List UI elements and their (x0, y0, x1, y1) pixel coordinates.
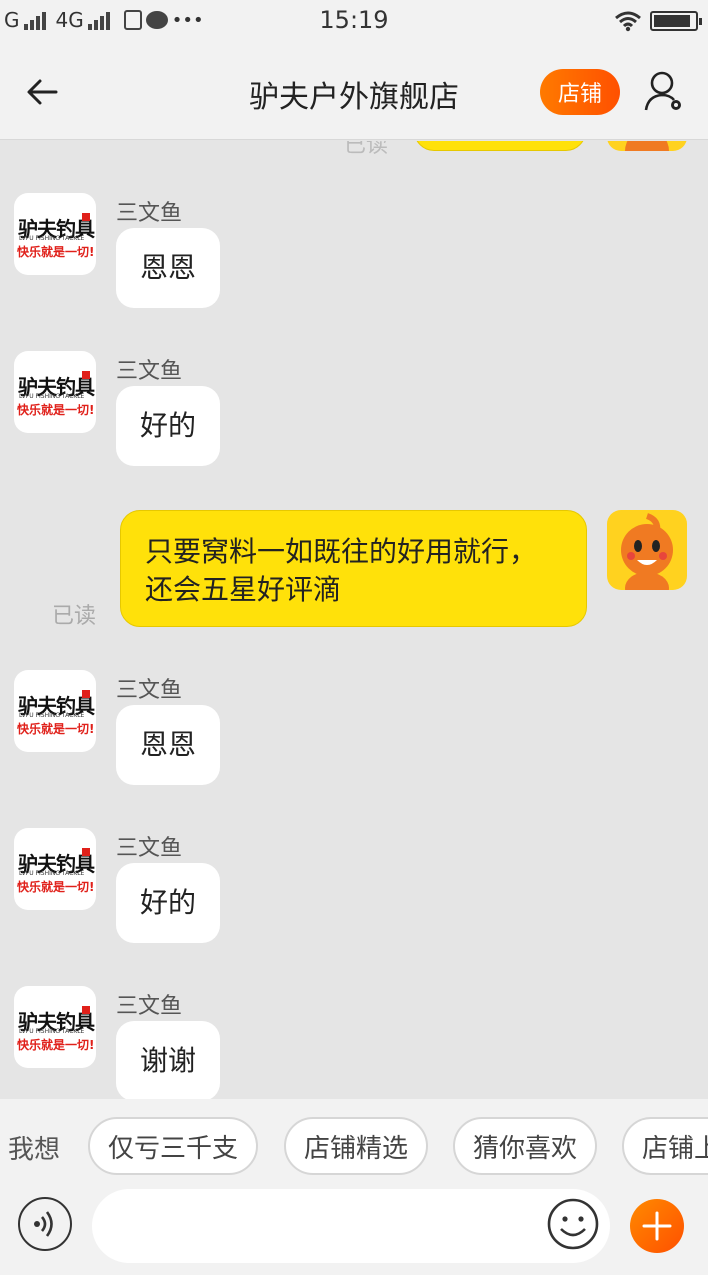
outgoing-bubble-partial (414, 141, 586, 151)
store-avatar[interactable]: 驴夫钓具 LVFU FISHING TACKLE 快乐就是一切! (14, 351, 96, 433)
shop-button[interactable]: 店铺 (540, 69, 620, 115)
store-avatar[interactable]: 驴夫钓具 LVFU FISHING TACKLE 快乐就是一切! (14, 986, 96, 1068)
store-logo-sub: LVFU FISHING TACKLE (19, 393, 85, 400)
sender-name: 三文鱼 (116, 678, 183, 703)
quick-reply-chip[interactable]: 猜你喜欢 (453, 1117, 598, 1175)
store-logo-slogan: 快乐就是一切! (17, 722, 95, 736)
status-bar: G 4G ••• 15:19 (0, 0, 708, 44)
read-receipt: 已读 (344, 141, 389, 158)
store-logo-slogan: 快乐就是一切! (17, 1038, 95, 1052)
logo-seal (82, 1006, 90, 1014)
message-bubble[interactable]: 谢谢 (116, 1021, 221, 1099)
emoji-icon[interactable] (546, 1197, 600, 1251)
store-avatar[interactable]: 驴夫钓具 LVFU FISHING TACKLE 快乐就是一切! (14, 670, 96, 752)
message-bubble-outgoing[interactable]: 只要窝料一如既往的好用就行，还会五星好评滴 (120, 510, 587, 627)
wifi-icon (615, 11, 641, 32)
store-logo-sub: LVFU FISHING TACKLE (19, 870, 85, 877)
quick-reply-chip[interactable]: 店铺精选 (284, 1117, 429, 1175)
mascot-avatar-icon (621, 513, 673, 590)
my-avatar[interactable] (607, 141, 687, 151)
message-input[interactable] (92, 1189, 610, 1263)
sender-name: 三文鱼 (116, 836, 183, 861)
store-avatar[interactable]: 驴夫钓具 LVFU FISHING TACKLE 快乐就是一切! (14, 193, 96, 275)
read-receipt: 已读 (52, 604, 97, 629)
message-bubble[interactable]: 好的 (116, 386, 221, 466)
message-bubble[interactable]: 恩恩 (116, 705, 221, 785)
store-logo-slogan: 快乐就是一切! (17, 245, 95, 259)
store-logo-sub: LVFU FISHING TACKLE (19, 1028, 85, 1035)
plus-icon (642, 1211, 672, 1241)
chat-area[interactable]: 已读 驴夫钓具 LVFU FISHING TACKLE 快乐就是一切! 三文鱼 … (0, 141, 708, 1099)
sender-name: 三文鱼 (116, 994, 183, 1019)
sender-name: 三文鱼 (116, 201, 183, 226)
logo-seal (82, 213, 90, 221)
logo-seal (82, 848, 90, 856)
user-settings-icon[interactable] (644, 70, 684, 114)
store-logo-sub: LVFU FISHING TACKLE (19, 235, 85, 242)
clock: 15:19 (319, 6, 389, 34)
mascot-avatar-icon (625, 141, 669, 151)
voice-icon (34, 1211, 53, 1237)
message-bubble[interactable]: 恩恩 (116, 228, 221, 308)
battery-icon (650, 11, 702, 31)
add-button[interactable] (630, 1199, 684, 1253)
sender-name: 三文鱼 (116, 359, 183, 384)
store-logo-slogan: 快乐就是一切! (17, 880, 95, 894)
voice-button[interactable] (18, 1197, 72, 1251)
quick-reply-label: 我想 (8, 1135, 61, 1165)
store-logo-slogan: 快乐就是一切! (17, 403, 95, 417)
quick-reply-chip[interactable]: 仅亏三千支 (88, 1117, 259, 1175)
logo-seal (82, 690, 90, 698)
quick-reply-chip[interactable]: 店铺上新 (622, 1117, 708, 1175)
store-avatar[interactable]: 驴夫钓具 LVFU FISHING TACKLE 快乐就是一切! (14, 828, 96, 910)
store-logo-sub: LVFU FISHING TACKLE (19, 712, 85, 719)
logo-seal (82, 371, 90, 379)
message-bubble[interactable]: 好的 (116, 863, 221, 943)
my-avatar[interactable] (607, 510, 687, 590)
chat-header: 驴夫户外旗舰店 店铺 (0, 44, 708, 140)
input-bar (0, 1175, 708, 1275)
